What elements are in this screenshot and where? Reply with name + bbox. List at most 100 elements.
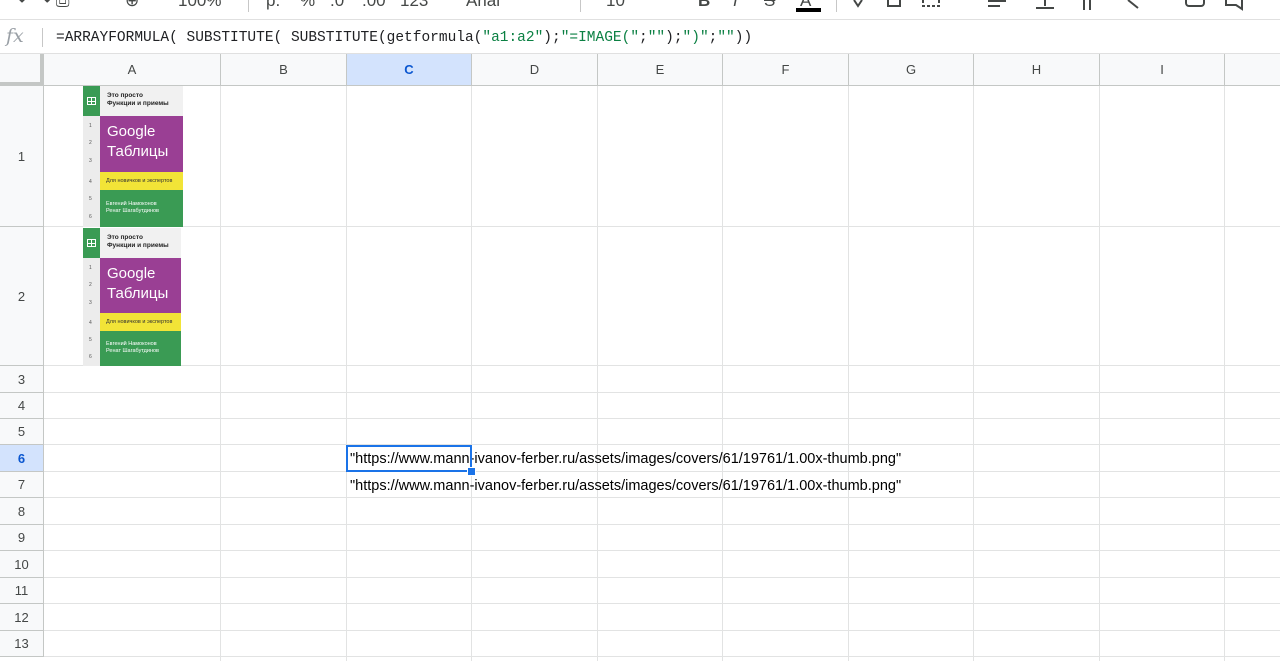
cover-author2: Ренат Шагабутдинов [106,208,159,214]
percent-button[interactable]: % [300,0,315,11]
cover-subtitle-line2: Функции и приемы [107,100,169,107]
currency-button[interactable]: р. [266,0,280,11]
align-left-icon [988,0,1006,7]
formula-token: =ARRAYFORMULA( SUBSTITUTE( SUBSTITUTE(ge… [56,30,483,46]
cover-row-number: 3 [89,158,92,164]
cover-tagline: Для новичков и экспертов [100,172,183,190]
row-header-9[interactable]: 9 [0,525,44,551]
cover-row-number: 6 [89,214,92,220]
cover-author1: Евгений Намоконов [106,201,157,207]
grid-line [44,471,1280,472]
column-header-a[interactable]: A [44,54,221,86]
row-header-6[interactable]: 6 [0,445,44,472]
undo-redo-print-icons[interactable]: ↶ ↷ ⎙ [18,0,70,11]
grid-line [1224,86,1225,661]
column-header-next[interactable] [1225,54,1280,86]
grid-line [44,550,1280,551]
column-header-g[interactable]: G [849,54,974,86]
row-header-13[interactable]: 13 [0,631,44,657]
grid-line [471,86,472,661]
row-header-8[interactable]: 8 [0,498,44,525]
grid-line [973,86,974,661]
text-wrap-icon [1083,0,1091,10]
cover-row-number: 6 [89,354,92,360]
column-header-i[interactable]: I [1100,54,1225,86]
cover-subtitle-line2: Функции и приемы [107,242,169,249]
row-header-5[interactable]: 5 [0,419,44,445]
grid-line [44,226,1280,227]
column-header-h[interactable]: H [974,54,1100,86]
row-header-1[interactable]: 1 [0,86,44,227]
formula-bar-divider [42,28,43,47]
spreadsheet-grid: A B C D E F G H I 1 2 3 4 5 6 7 8 9 10 1… [0,54,1280,661]
column-header-e[interactable]: E [598,54,723,86]
fill-color-icon [853,0,863,8]
select-all-corner[interactable] [0,54,44,86]
comment-icon [1225,0,1243,11]
grid-line [346,86,347,661]
grid-line [597,86,598,661]
active-cell-selection[interactable] [346,445,472,472]
grid-line [44,524,1280,525]
formula-string-literal: "=IMAGE(" [560,30,640,46]
link-icon [1185,0,1205,7]
text-color-swatch [796,8,821,12]
row-header-10[interactable]: 10 [0,551,44,578]
grid-line [44,392,1280,393]
font-select[interactable]: Arial [466,0,500,11]
grid-line [44,577,1280,578]
row-header-4[interactable]: 4 [0,393,44,419]
paint-format-icon[interactable]: ⊕ [125,0,139,11]
cover-row-number: 4 [89,320,92,326]
cover-title-line1: Google [107,123,156,140]
row-header-3[interactable]: 3 [0,366,44,393]
bold-button[interactable]: B [698,0,710,11]
decrease-decimal-button[interactable]: .0 [330,0,344,11]
italic-button[interactable]: I [733,0,738,11]
grid-line [44,418,1280,419]
cover-row-number: 1 [89,123,92,129]
fill-handle[interactable] [467,467,476,476]
grid-line [44,630,1280,631]
strikethrough-button[interactable]: S [764,0,775,11]
row-header-12[interactable]: 12 [0,604,44,631]
grid-line [722,86,723,661]
vertical-align-icon [1036,0,1054,9]
toolbar-divider [248,0,249,12]
formula-token: )) [734,30,753,46]
cover-row-number: 3 [89,300,92,306]
row-header-11[interactable]: 11 [0,578,44,604]
text-rotation-icon [1127,0,1139,9]
cover-row-number: 2 [89,282,92,288]
cover-subtitle: Это просто Функции и приемы [107,92,169,108]
toolbar: ↶ ↷ ⎙ ⊕ 100% р. % .0 .00 123 Arial 10 B … [0,0,1280,19]
cell-c7[interactable]: "https://www.mann-ivanov-ferber.ru/asset… [350,478,901,494]
formula-input[interactable]: =ARRAYFORMULA( SUBSTITUTE( SUBSTITUTE(ge… [56,30,752,46]
zoom-select[interactable]: 100% [178,0,221,11]
cover-title-line1: Google [107,265,156,282]
book-cover-image-a2[interactable]: Это просто Функции и приемы 1 2 3 4 5 6 G… [83,228,181,366]
cover-row-number: 1 [89,265,92,271]
formula-string-literal: "" [647,30,666,46]
more-formats-button[interactable]: 123 [400,0,428,11]
cover-row-numbers: 1 2 3 4 5 6 [83,116,100,227]
grid-line [220,86,221,661]
row-header-2[interactable]: 2 [0,227,44,366]
cover-author2: Ренат Шагабутдинов [106,348,159,354]
sheets-icon [83,228,100,258]
column-header-c[interactable]: C [347,54,472,86]
toolbar-divider [836,0,837,12]
borders-icon [887,0,901,7]
row-header-7[interactable]: 7 [0,472,44,498]
cover-subtitle-line1: Это просто [107,234,143,241]
cover-author1: Евгений Намоконов [106,341,157,347]
book-cover-image-a1[interactable]: Это просто Функции и приемы 1 2 3 4 5 6 G… [83,86,183,227]
column-header-f[interactable]: F [723,54,849,86]
increase-decimal-button[interactable]: .00 [362,0,386,11]
grid-line [44,656,1280,657]
font-size-select[interactable]: 10 [606,0,625,11]
column-header-d[interactable]: D [472,54,598,86]
column-header-b[interactable]: B [221,54,347,86]
fx-icon: fx [6,25,24,47]
formula-token: ; [639,30,648,46]
